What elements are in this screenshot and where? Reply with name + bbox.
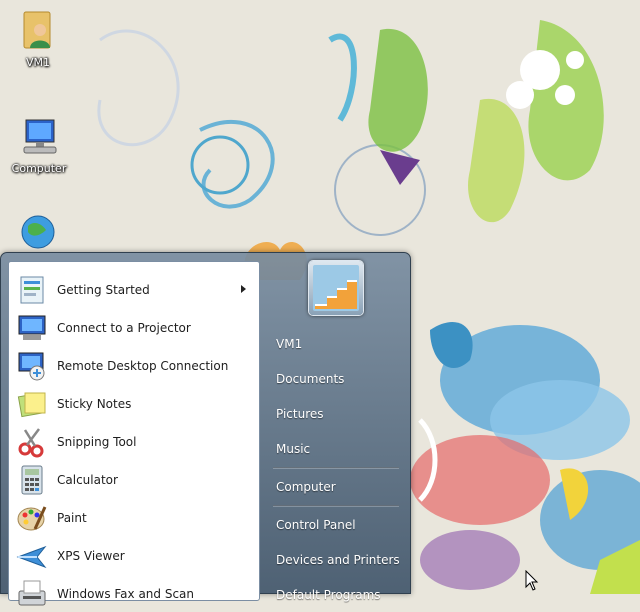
getting-started-icon bbox=[20, 276, 44, 304]
network-globe-icon bbox=[21, 215, 55, 249]
submenu-arrow-icon bbox=[241, 285, 246, 293]
user-picture[interactable] bbox=[309, 261, 363, 315]
paint-palette-icon bbox=[17, 506, 47, 531]
program-label: Remote Desktop Connection bbox=[57, 359, 229, 373]
program-paint[interactable]: Paint bbox=[12, 500, 256, 536]
program-label: Connect to a Projector bbox=[57, 321, 191, 335]
program-getting-started[interactable]: Getting Started bbox=[12, 272, 256, 308]
place-computer[interactable]: Computer bbox=[276, 480, 336, 494]
places-separator bbox=[273, 505, 399, 507]
place-user-folder[interactable]: VM1 bbox=[276, 337, 302, 351]
program-label: Snipping Tool bbox=[57, 435, 137, 449]
user-folder-icon bbox=[23, 11, 51, 49]
program-label: Getting Started bbox=[57, 283, 150, 297]
place-documents[interactable]: Documents bbox=[276, 372, 344, 386]
place-control-panel[interactable]: Control Panel bbox=[276, 518, 356, 532]
start-menu: Getting Started Connect to a Projector R… bbox=[0, 252, 411, 606]
program-label: Calculator bbox=[57, 473, 118, 487]
remote-desktop-icon bbox=[18, 352, 45, 381]
program-label: Paint bbox=[57, 511, 87, 525]
computer-icon bbox=[23, 119, 57, 154]
desktop-icon-vm1[interactable]: VM1 bbox=[3, 8, 73, 69]
scissors-icon bbox=[18, 428, 44, 458]
program-label: Sticky Notes bbox=[57, 397, 132, 411]
place-default-programs[interactable]: Default Programs bbox=[276, 588, 381, 602]
sticky-notes-icon bbox=[17, 392, 46, 418]
desktop-icon-computer[interactable]: Computer bbox=[4, 116, 74, 175]
place-pictures[interactable]: Pictures bbox=[276, 407, 324, 421]
program-sticky-notes[interactable]: Sticky Notes bbox=[12, 386, 256, 422]
fax-scanner-icon bbox=[18, 580, 46, 606]
program-xps-viewer[interactable]: XPS Viewer bbox=[12, 538, 256, 574]
desktop-icon-label: VM1 bbox=[25, 56, 50, 69]
staircase-user-icon bbox=[313, 265, 359, 311]
program-calculator[interactable]: Calculator bbox=[12, 462, 256, 498]
program-label: XPS Viewer bbox=[57, 549, 125, 563]
desktop-icon-label: Computer bbox=[11, 162, 67, 175]
program-snipping-tool[interactable]: Snipping Tool bbox=[12, 424, 256, 460]
start-menu-places-pane: VM1 Documents Pictures Music Computer Co… bbox=[261, 253, 411, 602]
program-remote-desktop[interactable]: Remote Desktop Connection bbox=[12, 348, 256, 384]
xps-viewer-icon bbox=[16, 545, 47, 569]
mouse-cursor-icon bbox=[525, 570, 539, 591]
place-devices-and-printers[interactable]: Devices and Printers bbox=[276, 553, 400, 567]
program-windows-fax-and-scan[interactable]: Windows Fax and Scan bbox=[12, 576, 256, 612]
projector-icon bbox=[18, 315, 46, 340]
calculator-icon bbox=[21, 465, 43, 495]
program-label: Windows Fax and Scan bbox=[57, 587, 195, 601]
start-menu-programs-list: Getting Started Connect to a Projector R… bbox=[8, 261, 260, 606]
place-music[interactable]: Music bbox=[276, 442, 310, 456]
desktop-icon-network[interactable] bbox=[4, 212, 74, 252]
program-connect-to-projector[interactable]: Connect to a Projector bbox=[12, 310, 256, 346]
places-separator bbox=[273, 467, 399, 469]
